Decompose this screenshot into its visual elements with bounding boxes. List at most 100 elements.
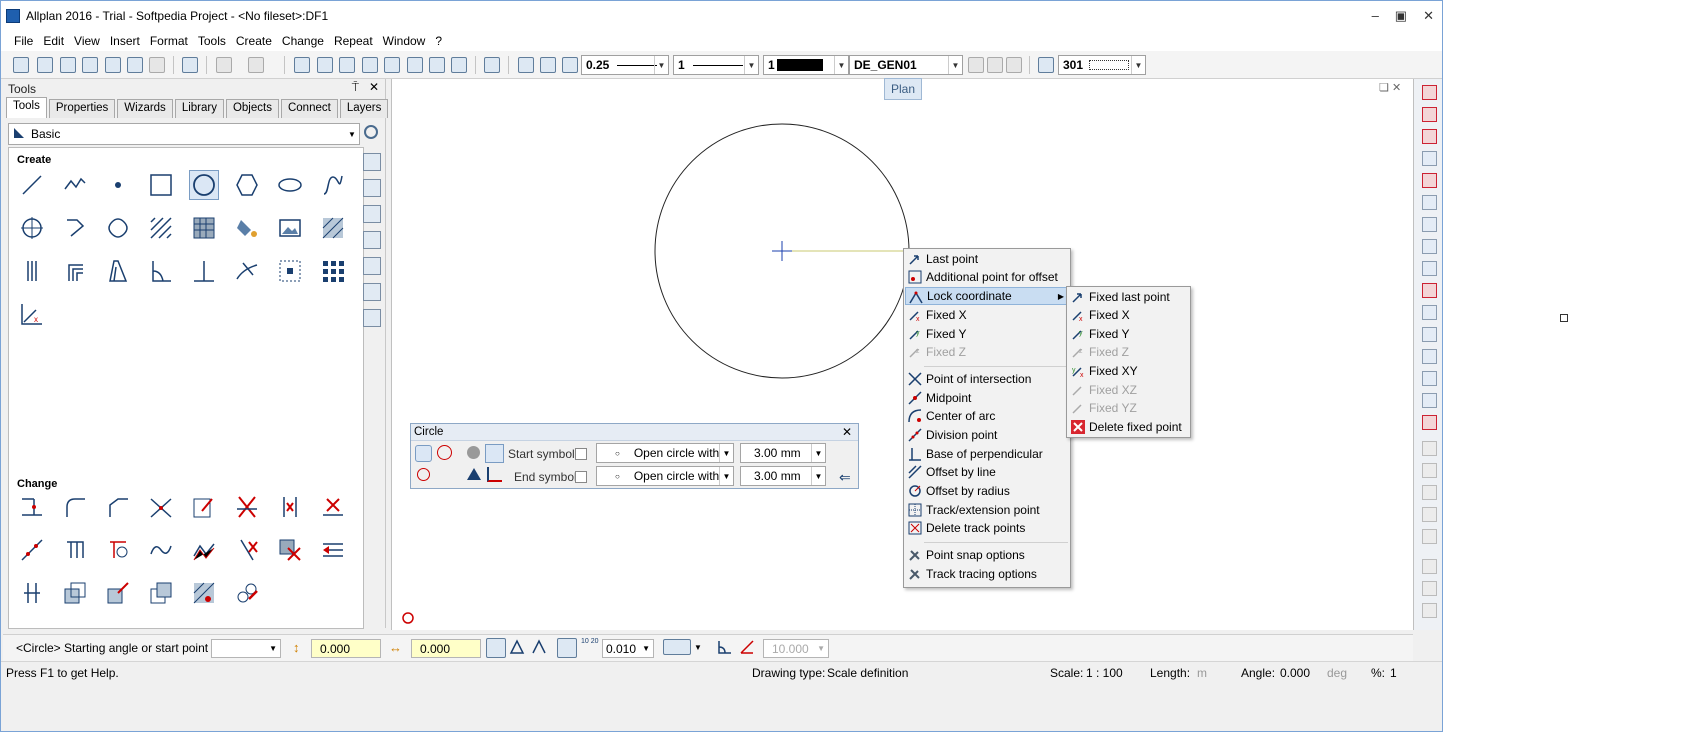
offset-icon[interactable] (60, 213, 90, 243)
drawing-canvas[interactable] (391, 79, 1413, 630)
menu-item-division-point[interactable]: Division point (905, 426, 1069, 444)
break-icon[interactable] (146, 492, 176, 522)
angle-input[interactable]: 10.000 ▼ (763, 639, 829, 658)
x-coordinate-input[interactable]: 0.000 (411, 639, 481, 658)
pen-icon[interactable] (540, 57, 556, 73)
menu-item-point-snap-options[interactable]: Point snap options (905, 546, 1069, 564)
angle-icon[interactable] (146, 256, 176, 286)
ruler-icon[interactable] (339, 57, 355, 73)
rotate-icon[interactable] (1422, 283, 1437, 298)
offset-line-icon[interactable] (17, 578, 47, 608)
pattern-combo[interactable]: 301 ▼ (1058, 55, 1146, 75)
restore-view-icon[interactable]: ❏ (1379, 82, 1389, 94)
menu-edit[interactable]: Edit (38, 34, 69, 48)
eraser-icon[interactable] (1422, 85, 1437, 100)
delete-partial-icon[interactable] (232, 535, 262, 565)
rectangle-tool-icon[interactable] (146, 170, 176, 200)
submenu-fixed-xz[interactable]: Fixed XZ (1068, 381, 1189, 399)
split-icon[interactable] (275, 492, 305, 522)
submenu-fixed-y[interactable]: y Fixed Y (1068, 325, 1189, 343)
menu-item-delete-track-points[interactable]: Delete track points (905, 519, 1069, 537)
angle-status-value[interactable]: 0.000 (1280, 666, 1310, 680)
smooth-icon[interactable] (146, 535, 176, 565)
drawing-type-value[interactable]: Scale definition (827, 666, 908, 680)
search-icon[interactable] (364, 125, 378, 139)
delete-icon[interactable] (1422, 415, 1437, 430)
pipette-icon[interactable] (562, 57, 578, 73)
cube-icon[interactable] (451, 57, 467, 73)
submenu-fixed-z[interactable]: z Fixed Z (1068, 343, 1189, 361)
back-arrow-icon[interactable]: ⇐ (839, 469, 851, 486)
tab-connect[interactable]: Connect (280, 99, 338, 118)
fill-icon[interactable] (232, 213, 262, 243)
menu-change[interactable]: Change (277, 34, 329, 48)
trim-icon[interactable] (17, 492, 47, 522)
modify-line-icon[interactable] (1422, 173, 1437, 188)
dimension-line-icon[interactable] (363, 231, 381, 249)
start-size-dropdown[interactable]: 3.00 mm ▼ (740, 443, 826, 463)
select-icon[interactable] (1422, 559, 1437, 574)
menu-item-base-of-perpendicular[interactable]: Base of perpendicular (905, 445, 1069, 463)
dimension-icon[interactable] (317, 57, 333, 73)
menu-item-fixed-x[interactable]: x Fixed X (905, 306, 1069, 324)
open-project-icon[interactable] (37, 57, 53, 73)
submenu-fixed-xy[interactable]: y x Fixed XY (1068, 362, 1189, 380)
layers-icon[interactable] (1422, 371, 1437, 386)
scale-icon[interactable] (1422, 305, 1437, 320)
menu-file[interactable]: File (9, 34, 38, 48)
close-view-icon[interactable]: ✕ (1392, 82, 1401, 94)
help-search-icon[interactable] (484, 57, 500, 73)
circle-point-icon[interactable] (417, 468, 430, 481)
tab-objects[interactable]: Objects (225, 99, 279, 118)
dialog-close-icon[interactable]: ✕ (842, 425, 852, 439)
scale-value[interactable]: 1 : 100 (1086, 666, 1123, 680)
y-coordinate-input[interactable]: 0.000 (311, 639, 381, 658)
lock-coordinate-icon[interactable] (486, 638, 506, 658)
pattern-icon[interactable] (1038, 57, 1054, 73)
snap-icon[interactable] (509, 639, 525, 655)
menu-item-fixed-y[interactable]: y Fixed Y (905, 325, 1069, 343)
line-split-icon[interactable] (1422, 151, 1437, 166)
input-type-dropdown[interactable]: ▼ (211, 639, 281, 658)
tab-layers[interactable]: Layers (339, 99, 389, 118)
pen-disabled-icon[interactable] (1422, 441, 1437, 456)
measure-icon[interactable] (294, 57, 310, 73)
image-icon[interactable] (275, 213, 305, 243)
stretch-icon[interactable] (60, 535, 90, 565)
copy-element-icon[interactable] (60, 578, 90, 608)
layer-combo[interactable]: DE_GEN01 ▼ (849, 55, 963, 75)
pattern-tool-icon[interactable] (189, 213, 219, 243)
line-type-combo[interactable]: 1 ▼ (673, 55, 759, 75)
circle-tool-icon[interactable] (189, 170, 219, 200)
save-icon[interactable] (105, 57, 121, 73)
menu-item-intersection[interactable]: Point of intersection (905, 370, 1069, 388)
join-icon[interactable] (17, 535, 47, 565)
menu-item-track-tracing-options[interactable]: Track tracing options (905, 565, 1069, 583)
circle-tangent-icon[interactable] (437, 445, 452, 460)
wave-icon[interactable] (189, 535, 219, 565)
submenu-delete-fixed-point[interactable]: Delete fixed point (1068, 418, 1189, 436)
polyline-tool-icon[interactable] (60, 170, 90, 200)
label-icon[interactable] (363, 257, 381, 275)
properties-icon[interactable] (127, 57, 143, 73)
submenu-fixed-yz[interactable]: Fixed YZ (1068, 399, 1189, 417)
perpendicular-icon[interactable] (189, 256, 219, 286)
menu-item-track-extension[interactable]: Track/extension point (905, 501, 1069, 519)
submenu-fixed-x[interactable]: x Fixed X (1068, 306, 1189, 324)
delete-element-icon[interactable] (275, 535, 305, 565)
layer-select-icon[interactable] (968, 57, 984, 73)
chevron-down-icon[interactable]: ▼ (694, 643, 702, 652)
fillet-icon[interactable] (60, 492, 90, 522)
menu-item-midpoint[interactable]: Midpoint (905, 389, 1069, 407)
percent-value[interactable]: 1 (1390, 666, 1397, 680)
text-icon[interactable] (363, 205, 381, 223)
menu-item-fixed-z[interactable]: z Fixed Z (905, 343, 1069, 361)
end-symbol-checkbox[interactable] (575, 471, 587, 483)
redo-icon[interactable] (248, 57, 264, 73)
arc-triangle-icon[interactable] (485, 444, 504, 463)
move-icon[interactable] (1422, 349, 1437, 364)
sum-icon[interactable] (1422, 603, 1437, 618)
cloud-icon[interactable] (103, 213, 133, 243)
align-icon[interactable] (318, 535, 348, 565)
start-symbol-checkbox[interactable] (575, 448, 587, 460)
